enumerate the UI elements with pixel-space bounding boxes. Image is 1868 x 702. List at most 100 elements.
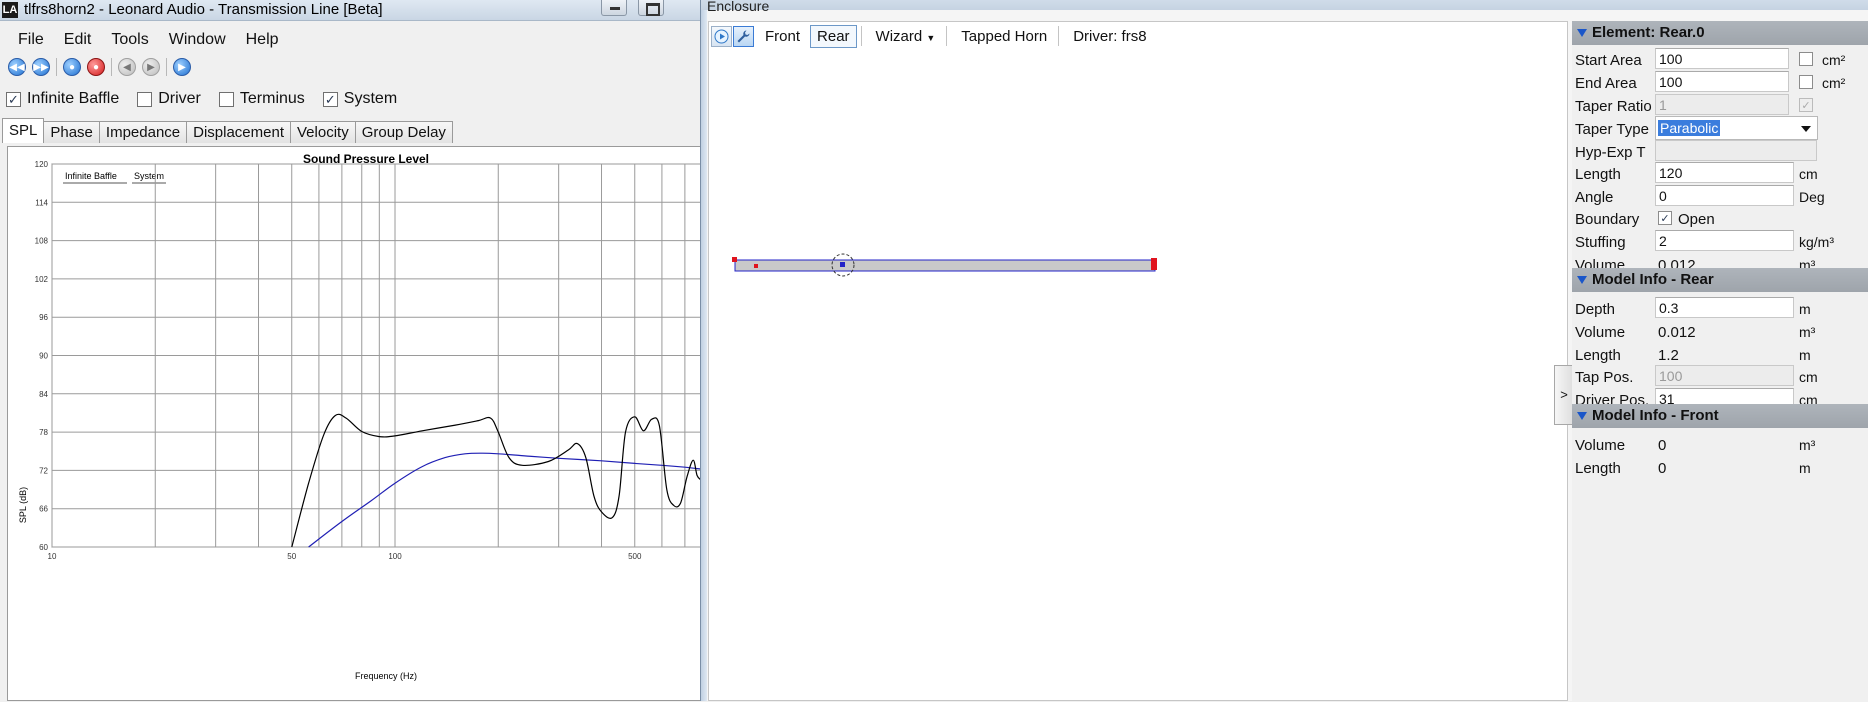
- fast-forward-icon[interactable]: ▶▶: [32, 58, 50, 76]
- enclosure-drawing[interactable]: [709, 52, 1549, 692]
- tool-front[interactable]: Front: [758, 25, 807, 48]
- unit: m: [1799, 301, 1811, 317]
- end-handle[interactable]: [1151, 258, 1157, 270]
- tool-driver[interactable]: Driver: frs8: [1066, 25, 1153, 48]
- chart-series: [291, 413, 701, 548]
- toolbar-separator: [860, 26, 862, 46]
- dropdown-arrow-icon: ▼: [926, 32, 936, 43]
- chart-legend[interactable]: Infinite Baffle System: [63, 171, 166, 184]
- stuffing-input[interactable]: 2: [1655, 230, 1794, 251]
- tool-wizard[interactable]: Wizard ▼: [869, 25, 943, 48]
- enclosure-toolbar: Front Rear Wizard ▼ Tapped Horn Driver: …: [709, 22, 1567, 50]
- menu-window[interactable]: Window: [159, 27, 236, 55]
- x-tick-label: 10: [48, 552, 57, 561]
- y-tick-label: 84: [39, 390, 48, 399]
- forward-icon[interactable]: ▶: [142, 58, 160, 76]
- series-infinite-baffle: [308, 452, 701, 548]
- tab-phase[interactable]: Phase: [43, 121, 100, 143]
- tab-displacement[interactable]: Displacement: [186, 121, 291, 143]
- taper-ratio-input: 1: [1655, 94, 1789, 115]
- section-header-model-rear[interactable]: Model Info - Rear: [1572, 268, 1868, 292]
- x-tick-label: 50: [287, 552, 296, 561]
- spl-graph-panel[interactable]: Sound Pressure Level Infinite Baffle Sys…: [7, 146, 701, 702]
- start-area-input[interactable]: 100: [1655, 48, 1789, 69]
- rewind-icon[interactable]: ◀◀: [8, 58, 26, 76]
- section-header-element[interactable]: Element: Rear.0: [1572, 21, 1868, 45]
- x-axis-label: Frequency (Hz): [355, 671, 417, 681]
- record-blue-icon[interactable]: ●: [63, 58, 81, 76]
- enclosure-titlebar[interactable]: Enclosure: [701, 0, 1868, 14]
- main-toolbar: ◀◀ ▶▶ ● ● ◀ ▶ ▶: [8, 56, 191, 78]
- toggle-infinite-baffle[interactable]: ✓ Infinite Baffle: [6, 90, 119, 108]
- label: End Area: [1575, 75, 1637, 92]
- minimize-button[interactable]: [601, 0, 627, 16]
- legend-infinite-baffle[interactable]: Infinite Baffle: [65, 171, 117, 181]
- label: Angle: [1575, 189, 1614, 206]
- unit: m: [1799, 460, 1811, 476]
- y-tick-label: 72: [39, 466, 48, 475]
- collapse-panel-button[interactable]: >: [1554, 365, 1574, 425]
- y-tick-label: 60: [39, 543, 48, 552]
- hyp-exp-input: [1655, 140, 1817, 161]
- toggle-label: System: [343, 90, 398, 107]
- start-area-checkbox[interactable]: [1799, 52, 1813, 66]
- label: Length: [1575, 347, 1621, 364]
- play-icon[interactable]: [711, 25, 732, 47]
- boundary-open-checkbox[interactable]: ✓: [1658, 211, 1672, 225]
- menu-edit[interactable]: Edit: [54, 27, 102, 55]
- y-tick-label: 120: [35, 160, 49, 169]
- checkbox[interactable]: [137, 91, 153, 107]
- record-red-icon[interactable]: ●: [87, 58, 105, 76]
- toolbar-separator: [166, 58, 167, 76]
- tool-tapped-horn[interactable]: Tapped Horn: [954, 25, 1054, 48]
- toggle-terminus[interactable]: Terminus: [218, 90, 305, 108]
- maximize-button[interactable]: [638, 0, 664, 16]
- legend-system[interactable]: System: [134, 171, 164, 181]
- window-border: [701, 10, 707, 701]
- label: Depth: [1575, 301, 1616, 318]
- wrench-icon[interactable]: [733, 25, 754, 47]
- toggle-label: Infinite Baffle: [27, 90, 120, 107]
- menu-help[interactable]: Help: [236, 27, 289, 55]
- end-area-input[interactable]: 100: [1655, 71, 1789, 92]
- toggle-system[interactable]: ✓ System: [322, 90, 398, 108]
- tab-group-delay[interactable]: Group Delay: [354, 121, 453, 143]
- checkbox[interactable]: [218, 91, 234, 107]
- section-header-model-front[interactable]: Model Info - Front: [1572, 404, 1868, 428]
- spl-chart[interactable]: Sound Pressure Level Infinite Baffle Sys…: [8, 147, 701, 702]
- label: Volume: [1575, 324, 1626, 341]
- y-tick-label: 114: [35, 198, 48, 207]
- series-system: [291, 413, 701, 548]
- checkbox[interactable]: ✓: [322, 91, 338, 107]
- angle-input[interactable]: 0: [1655, 185, 1794, 206]
- taper-type-select[interactable]: Parabolic: [1655, 116, 1818, 140]
- tab-impedance[interactable]: Impedance: [98, 121, 188, 143]
- checkbox[interactable]: ✓: [6, 91, 21, 107]
- tap-marker[interactable]: [754, 264, 758, 268]
- tab-spl[interactable]: SPL: [2, 118, 45, 143]
- back-icon[interactable]: ◀: [118, 58, 136, 76]
- depth-input[interactable]: 0.3: [1655, 297, 1794, 318]
- taper-ratio-checkbox: ✓: [1799, 98, 1813, 112]
- start-handle[interactable]: [732, 257, 737, 262]
- properties-panel: Element: Rear.0 Start Area 100 cm² End A…: [1572, 21, 1868, 701]
- tab-velocity[interactable]: Velocity: [290, 121, 356, 143]
- unit: m: [1799, 347, 1811, 363]
- driver-marker[interactable]: [840, 262, 845, 267]
- menu-file[interactable]: File: [8, 27, 54, 55]
- main-titlebar[interactable]: LA tlfrs8horn2 - Leonard Audio - Transmi…: [0, 0, 700, 21]
- y-tick-label: 90: [39, 352, 48, 361]
- menu-tools[interactable]: Tools: [101, 27, 158, 55]
- line-segment-rear[interactable]: [734, 259, 1156, 272]
- menubar: File Edit Tools Window Help: [0, 27, 289, 55]
- unit: m³: [1799, 437, 1816, 453]
- toggle-driver[interactable]: Driver: [137, 90, 201, 108]
- length-input[interactable]: 120: [1655, 162, 1794, 183]
- end-area-checkbox[interactable]: [1799, 75, 1813, 89]
- x-tick-labels: 10 50 100 500: [48, 552, 642, 561]
- tool-rear[interactable]: Rear: [810, 24, 857, 48]
- row-front-length: Length 0 m: [1572, 455, 1868, 481]
- main-window: LA tlfrs8horn2 - Leonard Audio - Transmi…: [0, 0, 701, 702]
- unit: Deg: [1799, 189, 1825, 205]
- play-icon[interactable]: ▶: [173, 58, 191, 76]
